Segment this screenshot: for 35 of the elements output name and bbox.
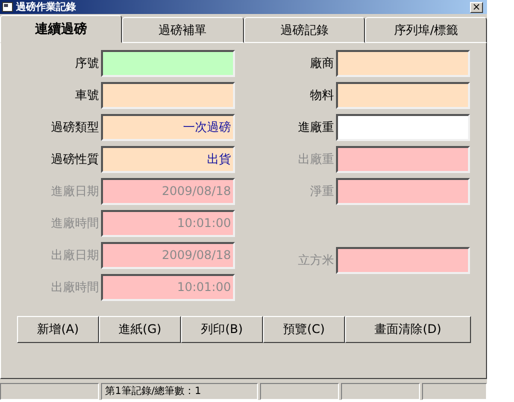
field-label: 過磅性質 bbox=[50, 151, 100, 168]
field-label: 廠商 bbox=[309, 55, 335, 72]
field-label: 出廠時間 bbox=[50, 279, 100, 296]
field-label: 立方米 bbox=[297, 252, 335, 269]
field-label: 物料 bbox=[309, 87, 335, 104]
action-button[interactable]: 列印(B) bbox=[181, 316, 263, 343]
action-button[interactable]: 預覽(C) bbox=[263, 316, 345, 343]
field-label: 車號 bbox=[74, 87, 100, 104]
action-button[interactable]: 新增(A) bbox=[17, 316, 99, 343]
field-label: 過磅類型 bbox=[50, 119, 100, 136]
tab[interactable]: 序列埠/標籤 bbox=[365, 17, 487, 43]
tab[interactable]: 連續過磅 bbox=[0, 15, 122, 43]
field-label: 淨重 bbox=[309, 183, 335, 200]
field-label: 出廠重 bbox=[297, 151, 335, 168]
tab[interactable]: 過磅記錄 bbox=[244, 17, 366, 43]
input-field[interactable]: 一次過磅 bbox=[101, 114, 235, 141]
close-button[interactable]: × bbox=[470, 2, 483, 12]
tab[interactable]: 過磅補單 bbox=[122, 17, 244, 43]
action-button[interactable]: 畫面清除(D) bbox=[345, 316, 471, 343]
input-field[interactable] bbox=[336, 82, 470, 109]
status-text: 第1筆記錄/總筆數：1 bbox=[101, 383, 258, 400]
field-label: 進廠時間 bbox=[50, 215, 100, 232]
input-field[interactable]: 出貨 bbox=[101, 146, 235, 173]
status-section bbox=[422, 383, 487, 400]
field-label: 進廠重 bbox=[297, 119, 335, 136]
input-field[interactable] bbox=[336, 50, 470, 77]
input-field[interactable] bbox=[336, 114, 470, 141]
field-label: 出廠日期 bbox=[50, 247, 100, 264]
window-title: 過磅作業記錄 bbox=[16, 0, 77, 14]
action-button[interactable]: 進紙(G) bbox=[99, 316, 181, 343]
input-field[interactable] bbox=[101, 82, 235, 109]
app-icon bbox=[2, 2, 13, 12]
input-field[interactable] bbox=[101, 50, 235, 77]
field-label: 序號 bbox=[74, 55, 100, 72]
field-label: 進廠日期 bbox=[50, 183, 100, 200]
